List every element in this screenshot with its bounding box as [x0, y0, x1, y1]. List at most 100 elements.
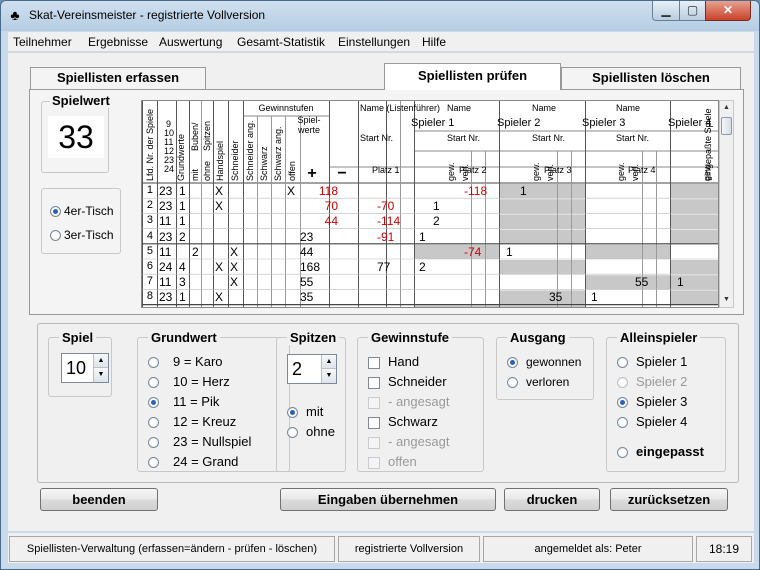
- row-player-value: -118: [464, 184, 488, 198]
- radio-eingepasst-indicator[interactable]: [617, 447, 628, 459]
- alleinspieler-group: Alleinspieler Spieler 1 Spieler 2 Spieler …: [606, 330, 726, 472]
- radio-3er-tisch[interactable]: 3er-Tisch: [50, 227, 114, 242]
- shaded-cell: [585, 244, 670, 259]
- checkbox-hand-box[interactable]: [368, 356, 380, 369]
- checkbox-schneider[interactable]: Schneider: [368, 374, 447, 389]
- row-grundwert: 23: [159, 290, 173, 305]
- radio-spitzen-mit[interactable]: mit: [287, 404, 323, 419]
- zuruecksetzen-button[interactable]: zurücksetzen: [610, 488, 728, 511]
- drucken-button[interactable]: drucken: [504, 488, 600, 511]
- menu-teilnehmer[interactable]: Teilnehmer: [13, 35, 72, 49]
- spielliste-grid[interactable]: Lfd. Nr. der Spiele Grundwerte 9 10 11 12 23 24…: [141, 100, 719, 308]
- close-button[interactable]: ✕: [705, 1, 751, 21]
- radio-gewonnen-indicator[interactable]: [507, 357, 518, 369]
- spitzen-value[interactable]: 2: [292, 359, 302, 380]
- maximize-button[interactable]: ▢: [679, 1, 706, 21]
- spitzen-up-arrow-icon[interactable]: ▲: [321, 355, 336, 369]
- radio-grundwert-label: 11 = Pik: [173, 394, 220, 409]
- row-gewinnstufe-mark: X: [230, 244, 239, 259]
- radio-grundwert-indicator[interactable]: [148, 357, 159, 369]
- radio-grundwert-label: 9 = Karo: [173, 354, 223, 369]
- row-grundwert: 10: [159, 306, 172, 307]
- radio-alleinspieler-1[interactable]: Spieler 1: [617, 354, 687, 369]
- spiel-down-arrow-icon[interactable]: ▼: [93, 368, 108, 382]
- radio-mit-indicator[interactable]: [287, 407, 298, 419]
- eingaben-uebernehmen-button[interactable]: Eingaben übernehmen: [280, 488, 496, 511]
- radio-gewonnen-label: gewonnen: [526, 355, 582, 369]
- radio-grundwert-indicator[interactable]: [148, 417, 159, 429]
- radio-alleinspieler-indicator[interactable]: [617, 397, 628, 409]
- spiel-stepper[interactable]: 10 ▲ ▼: [61, 353, 109, 383]
- radio-ohne-indicator[interactable]: [287, 427, 298, 439]
- spielwert-label: Spielwert: [50, 93, 112, 108]
- scroll-down-arrow-icon[interactable]: ▼: [720, 293, 733, 307]
- radio-grundwert-indicator[interactable]: [148, 397, 159, 409]
- spiel-up-arrow-icon[interactable]: ▲: [93, 354, 108, 368]
- checkbox-hand[interactable]: Hand: [368, 354, 419, 369]
- shaded-cell: [499, 184, 585, 199]
- spiel-value[interactable]: 10: [66, 358, 86, 379]
- menu-auswertung[interactable]: Auswertung: [159, 35, 222, 49]
- grid-vertical-scrollbar[interactable]: ▲ ▼: [719, 100, 734, 308]
- scroll-up-arrow-icon[interactable]: ▲: [720, 101, 733, 115]
- radio-4er-tisch[interactable]: 4er-Tisch: [50, 203, 114, 218]
- row-nr: 8: [146, 290, 153, 303]
- menu-ergebnisse[interactable]: Ergebnisse: [88, 35, 148, 49]
- name-listenfuehrer-header: Name (Listenführer): [360, 103, 441, 113]
- minimize-button[interactable]: ▁: [652, 1, 680, 21]
- radio-grundwert-5[interactable]: 24 = Grand: [148, 454, 238, 469]
- checkbox-schneider-box[interactable]: [368, 376, 380, 389]
- radio-grundwert-indicator[interactable]: [148, 377, 159, 389]
- spitzen-stepper[interactable]: 2 ▲ ▼: [287, 354, 337, 384]
- spitzen-header: Spitzen: [202, 120, 212, 151]
- row-plus: 168: [300, 260, 321, 274]
- row-gewinnstufe-mark: X: [215, 184, 224, 198]
- row-nr: 5: [146, 244, 153, 257]
- spitzen-down-arrow-icon[interactable]: ▼: [321, 369, 336, 383]
- checkbox-schwarz[interactable]: Schwarz: [368, 414, 438, 429]
- radio-verloren-indicator[interactable]: [507, 377, 518, 389]
- ohne-header: ohne: [202, 160, 212, 181]
- radio-grundwert-1[interactable]: 10 = Herz: [148, 374, 230, 389]
- title-bar[interactable]: ♣ Skat-Vereinsmeister - registrierte Vol…: [1, 1, 759, 31]
- radio-grundwert-indicator[interactable]: [148, 457, 159, 469]
- skat-app-icon[interactable]: ♣: [7, 7, 23, 23]
- radio-gewonnen[interactable]: gewonnen: [507, 355, 581, 369]
- menu-einstellungen[interactable]: Einstellungen: [338, 35, 410, 49]
- row-grundwert: 23: [159, 184, 173, 198]
- shaded-cell: [414, 305, 499, 307]
- radio-spitzen-ohne[interactable]: ohne: [287, 424, 335, 439]
- radio-grundwert-label: 24 = Grand: [173, 454, 239, 469]
- radio-verloren[interactable]: verloren: [507, 375, 569, 389]
- radio-alleinspieler-indicator[interactable]: [617, 357, 628, 369]
- tab-spiellisten-erfassen[interactable]: Spiellisten erfassen: [30, 67, 206, 89]
- radio-grundwert-2[interactable]: 11 = Pik: [148, 394, 219, 409]
- checkbox-schwarz-box[interactable]: [368, 416, 380, 429]
- alleinspieler-label: Alleinspieler: [617, 330, 701, 345]
- checkbox-schwarz-ang-box: [368, 436, 380, 449]
- radio-alleinspieler-indicator[interactable]: [617, 417, 628, 429]
- row-player-verl: 2: [433, 214, 440, 229]
- tab-spiellisten-pruefen[interactable]: Spiellisten prüfen: [384, 63, 561, 90]
- row-gewinnstufe-mark: X: [230, 260, 239, 274]
- row-nr: 1: [146, 184, 153, 196]
- spiel-label: Spiel: [59, 330, 97, 345]
- radio-alleinspieler-3[interactable]: Spieler 3: [617, 394, 687, 409]
- radio-eingepasst[interactable]: eingepasst: [617, 444, 704, 459]
- player-header-1: Spieler 1: [411, 117, 455, 129]
- menu-bar: Teilnehmer Ergebnisse Auswertung Gesamt-…: [8, 32, 754, 52]
- radio-alleinspieler-4[interactable]: Spieler 4: [617, 414, 687, 429]
- radio-4er-indicator[interactable]: [50, 206, 61, 218]
- radio-grundwert-3[interactable]: 12 = Kreuz: [148, 414, 236, 429]
- menu-hilfe[interactable]: Hilfe: [422, 35, 446, 49]
- radio-grundwert-4[interactable]: 23 = Nullspiel: [148, 434, 251, 449]
- row-nr: 4: [146, 229, 153, 242]
- radio-grundwert-indicator[interactable]: [148, 437, 159, 449]
- menu-gesamt-statistik[interactable]: Gesamt-Statistik: [237, 35, 325, 49]
- tab-spiellisten-loeschen[interactable]: Spiellisten löschen: [561, 67, 741, 89]
- radio-3er-indicator[interactable]: [50, 230, 61, 242]
- scroll-thumb[interactable]: [721, 117, 732, 135]
- radio-grundwert-0[interactable]: 9 = Karo: [148, 354, 223, 369]
- beenden-button[interactable]: beenden: [40, 488, 158, 511]
- radio-grundwert-label: 23 = Nullspiel: [173, 434, 252, 449]
